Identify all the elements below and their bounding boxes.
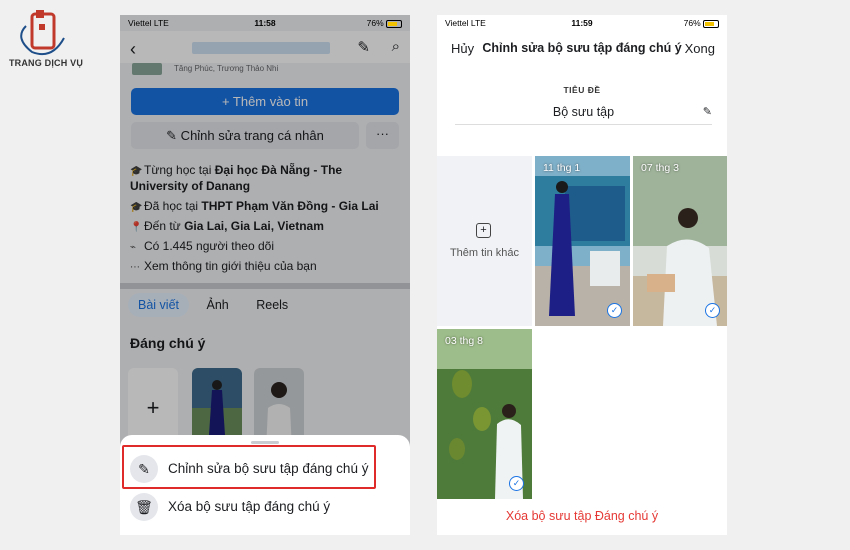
profile-page: ‹ ✎ ⌕ Tăng Phúc, Trương Thảo Nhi + Thêm … [120,15,410,535]
red-highlight-box [122,445,376,489]
battery-icon [386,19,402,28]
story-tile-1[interactable]: 11 thg 1 ✓ [535,156,630,326]
trash-icon: 🗑 [130,493,158,521]
left-phone-screen: ‹ ✎ ⌕ Tăng Phúc, Trương Thảo Nhi + Thêm … [120,15,410,535]
collection-title-value: Bộ sưu tập [552,105,615,119]
status-bar: Viettel LTE 11:59 76% [437,15,727,31]
story-photo-2 [633,156,727,326]
add-story-icon: + [476,223,491,238]
phone-logo-icon [20,10,65,56]
story-tile-3[interactable]: 03 thg 8 ✓ [437,329,532,499]
story-date: 11 thg 1 [543,162,581,174]
checkmark-icon[interactable]: ✓ [705,303,720,318]
sheet-handle[interactable] [251,441,279,444]
delete-featured-label: Xóa bộ sưu tập đáng chú ý [168,499,331,514]
right-phone-screen: Viettel LTE 11:59 76% Hủy Chỉnh sửa bộ s… [437,15,727,535]
brand-logo: TRANG DỊCH VỤ [6,8,86,70]
title-label: TIÊU ĐỀ [563,85,601,95]
delete-featured-option[interactable]: 🗑 Xóa bộ sưu tập đáng chú ý [130,493,400,523]
add-more-label: Thêm tin khác [449,247,520,259]
edit-collection-header: Hủy Chỉnh sửa bộ sưu tập đáng chú ý Xong [437,31,727,65]
status-battery: 76% [367,18,402,28]
collection-title-field[interactable]: Bộ sưu tập ✎ [455,102,712,125]
checkmark-icon[interactable]: ✓ [509,476,524,491]
story-date: 03 thg 8 [445,335,483,347]
story-tile-2[interactable]: 07 thg 3 ✓ [633,156,727,326]
delete-collection-link[interactable]: Xóa bộ sưu tập Đáng chú ý [437,509,727,523]
status-battery: 76% [684,18,719,28]
done-button[interactable]: Xong [685,41,715,56]
pencil-icon[interactable]: ✎ [703,102,712,122]
story-photo-1 [535,156,630,326]
battery-icon [703,19,719,28]
story-photo-3 [437,329,532,499]
page-title: Chỉnh sửa bộ sưu tập đáng chú ý [482,41,682,55]
checkmark-icon[interactable]: ✓ [607,303,622,318]
brand-logo-text: TRANG DỊCH VỤ [8,58,84,68]
story-date: 07 thg 3 [641,162,679,174]
add-more-stories-tile[interactable]: + Thêm tin khác [437,156,532,326]
status-bar: Viettel LTE 11:58 76% [120,15,410,31]
